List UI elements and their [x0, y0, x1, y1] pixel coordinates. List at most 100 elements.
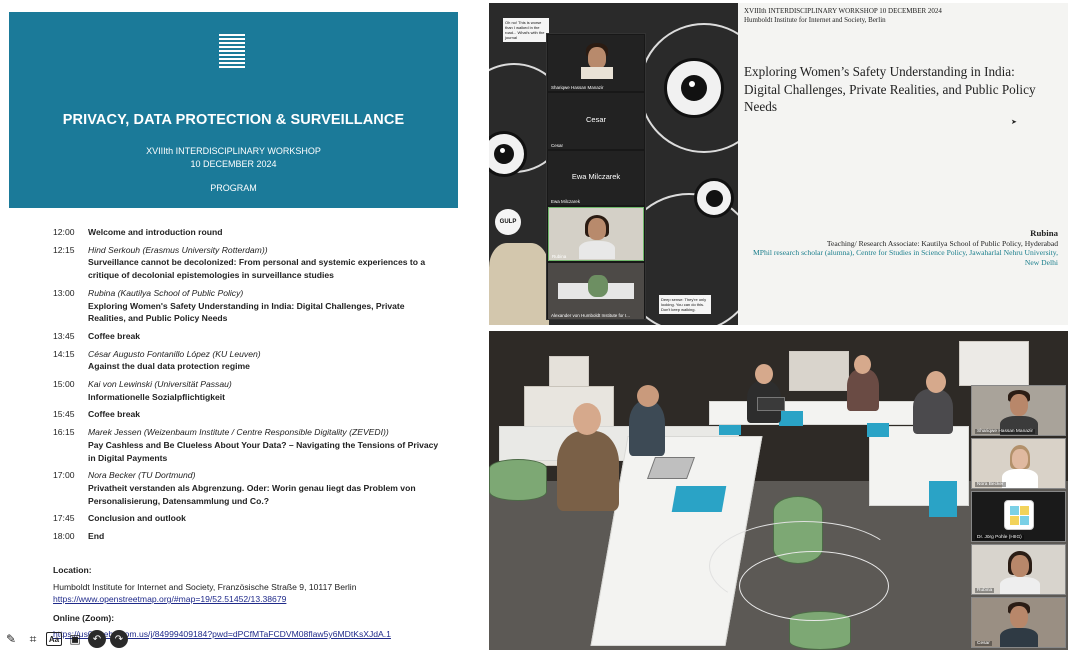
- participant-name: Dr. Jörg Pohle (HIIG): [975, 535, 1024, 540]
- slide-title: Exploring Women’s Safety Understanding i…: [744, 64, 1036, 114]
- schedule-body: Coffee break: [88, 408, 443, 421]
- participant-name: Cesar: [975, 641, 992, 646]
- participant-name: Ewa Milczarek: [551, 199, 581, 204]
- speaker-name: Nora Becker (TU Dortmund): [88, 470, 196, 481]
- participant-label: Cesar: [585, 115, 606, 124]
- schedule-time: 15:45: [53, 409, 75, 420]
- talk-title: End: [88, 531, 105, 542]
- schedule-item: 15:00 Kai von Lewinski (Universität Passa…: [53, 378, 443, 403]
- mouse-cursor-icon: ➤: [1011, 118, 1017, 126]
- schedule-body: Kai von Lewinski (Universität Passau) Inf…: [88, 378, 443, 403]
- schedule-body: Coffee break: [88, 330, 443, 343]
- location-label: Location:: [53, 565, 92, 575]
- participant-name: Rubina: [552, 254, 567, 259]
- participant-tile[interactable]: Ewa Milczarek Ewa Milczarek: [548, 151, 644, 205]
- schedule-time: 17:45: [53, 513, 75, 524]
- schedule-body: Welcome and introduction round: [88, 226, 443, 239]
- slide-header: XVIIIth INTERDISCIPLINARY WORKSHOP 10 DE…: [744, 7, 942, 15]
- schedule-body: Rubina (Kautilya School of Public Policy…: [88, 287, 443, 325]
- schedule-item: 14:15 César Augusto Fontanillo López (KU …: [53, 348, 443, 373]
- schedule-item: 15:45 Coffee break: [53, 408, 443, 421]
- participant-label: Ewa Milczarek: [571, 172, 621, 181]
- speaker-name: Marek Jessen (Weizenbaum Institute / Cen…: [88, 427, 389, 438]
- room-camera-feed: Shariqwe Hassan Manazir Nora Becker Dr. …: [489, 331, 1068, 650]
- schedule-body: Marek Jessen (Weizenbaum Institute / Cen…: [88, 426, 443, 464]
- speaker-name: Hind Serkouh (Erasmus University Rotterd…: [88, 244, 268, 255]
- text-icon[interactable]: Aa: [46, 632, 62, 646]
- workshop-logo: [219, 34, 245, 70]
- schedule-time: 16:15: [53, 427, 75, 438]
- participant-name: Alexander von Humboldt Institute for I..…: [551, 313, 631, 318]
- schedule-item: 17:45 Conclusion and outlook: [53, 512, 443, 525]
- talk-title: Surveillance cannot be decolonized: From…: [88, 257, 426, 281]
- schedule-list: 12:00 Welcome and introduction round 12:15…: [53, 226, 443, 548]
- schedule-time: 13:45: [53, 330, 75, 341]
- zoom-participant-strip: Shariqwe Hassan Manazir Cesar Cesar Ewa …: [546, 33, 646, 320]
- schedule-item: 13:45 Coffee break: [53, 330, 443, 343]
- speaker-name: Kai von Lewinski (Universität Passau): [88, 379, 232, 390]
- schedule-time: 12:15: [53, 244, 75, 255]
- schedule-body: Conclusion and outlook: [88, 512, 443, 525]
- schedule-time: 15:00: [53, 379, 75, 390]
- presentation-window: Oh no! This is worse than I walked in th…: [489, 3, 1068, 325]
- schedule-body: Hind Serkouh (Erasmus University Rotterd…: [88, 244, 443, 282]
- pencil-icon[interactable]: ✎: [2, 630, 20, 648]
- participant-tile[interactable]: Nora Becker: [971, 438, 1066, 489]
- slide-subheader: Humboldt Institute for Internet and Soci…: [744, 16, 886, 24]
- talk-title: Against the dual data protection regime: [88, 361, 250, 372]
- participant-tile[interactable]: Alexander von Humboldt Institute for I..…: [548, 263, 644, 319]
- talk-title: Privatheit verstanden als Abgrenzung. Od…: [88, 482, 416, 506]
- participant-tile[interactable]: Shariqwe Hassan Manazir: [971, 385, 1066, 436]
- comic-speech-bubble: Oh no! This is worse than I walked in th…: [503, 18, 549, 42]
- eye-illustration: [664, 58, 724, 118]
- program-date: 10 DECEMBER 2024: [190, 159, 277, 169]
- schedule-item: 18:00 End: [53, 530, 443, 543]
- schedule-item: 16:15 Marek Jessen (Weizenbaum Institute …: [53, 426, 443, 464]
- annotation-toolbar: ✎ ⌗ Aa ▣ ↶ ↷: [0, 628, 160, 650]
- online-label: Online (Zoom):: [53, 612, 115, 623]
- talk-title: Informationelle Sozialpflichtigkeit: [88, 391, 226, 402]
- comic-caption: Deep sense: They're only looking. You ca…: [659, 295, 711, 314]
- schedule-body: End: [88, 530, 443, 543]
- talk-title: Pay Cashless and Be Clueless About Your …: [88, 439, 439, 463]
- slide-author: Rubina: [1030, 228, 1058, 238]
- talk-title: Coffee break: [88, 330, 141, 341]
- slide-author-affiliation: MPhil research scholar (alumna), Centre …: [753, 248, 1058, 267]
- schedule-time: 13:00: [53, 287, 75, 298]
- participant-name: Shariqwe Hassan Manazir: [975, 429, 1035, 434]
- program-title: PRIVACY, DATA PROTECTION & SURVEILLANCE: [62, 112, 405, 128]
- speaker-name: César Augusto Fontanillo López (KU Leuve…: [88, 348, 261, 359]
- participant-tile[interactable]: Cesar: [971, 597, 1066, 648]
- participant-tile-active[interactable]: Rubina: [548, 207, 644, 261]
- presentation-slide: XVIIIth INTERDISCIPLINARY WORKSHOP 10 DE…: [738, 3, 1068, 325]
- sticker-icon[interactable]: ▣: [66, 630, 84, 648]
- program-document: PRIVACY, DATA PROTECTION & SURVEILLANCE …: [0, 0, 482, 650]
- slide-author-role: Teaching/ Research Associate: Kautilya S…: [826, 239, 1058, 248]
- participant-tile[interactable]: Cesar Cesar: [548, 93, 644, 149]
- schedule-time: 14:15: [53, 348, 75, 359]
- zoom-gallery-overlay: Shariqwe Hassan Manazir Nora Becker Dr. …: [971, 385, 1066, 650]
- participant-tile[interactable]: Shariqwe Hassan Manazir: [548, 35, 644, 91]
- participant-tile[interactable]: Rubina: [971, 544, 1066, 595]
- redo-icon[interactable]: ↷: [110, 630, 128, 648]
- speaker-name: Rubina (Kautilya School of Public Policy…: [88, 287, 244, 298]
- schedule-item: 12:15 Hind Serkouh (Erasmus University Ro…: [53, 244, 443, 282]
- talk-title: Conclusion and outlook: [88, 513, 186, 524]
- undo-icon[interactable]: ↶: [88, 630, 106, 648]
- talk-title: Welcome and introduction round: [88, 227, 223, 237]
- participant-name: Shariqwe Hassan Manazir: [551, 85, 604, 90]
- map-link[interactable]: https://www.openstreetmap.org/#map=19/52…: [53, 593, 473, 606]
- crop-icon[interactable]: ⌗: [24, 630, 42, 648]
- program-header: PRIVACY, DATA PROTECTION & SURVEILLANCE …: [9, 12, 458, 208]
- talk-title: Coffee break: [88, 409, 141, 420]
- schedule-item: 12:00 Welcome and introduction round: [53, 226, 443, 239]
- schedule-body: César Augusto Fontanillo López (KU Leuve…: [88, 348, 443, 373]
- schedule-time: 17:00: [53, 470, 75, 481]
- comic-gulp-text: GULP: [495, 209, 521, 235]
- talk-title: Exploring Women's Safety Understanding i…: [88, 300, 405, 324]
- schedule-time: 18:00: [53, 531, 75, 542]
- eye-illustration: [694, 178, 734, 218]
- participant-tile[interactable]: Dr. Jörg Pohle (HIIG): [971, 491, 1066, 542]
- program-subtitle: XVIIIth INTERDISCIPLINARY WORKSHOP: [146, 146, 321, 156]
- participant-name: Cesar: [551, 143, 564, 148]
